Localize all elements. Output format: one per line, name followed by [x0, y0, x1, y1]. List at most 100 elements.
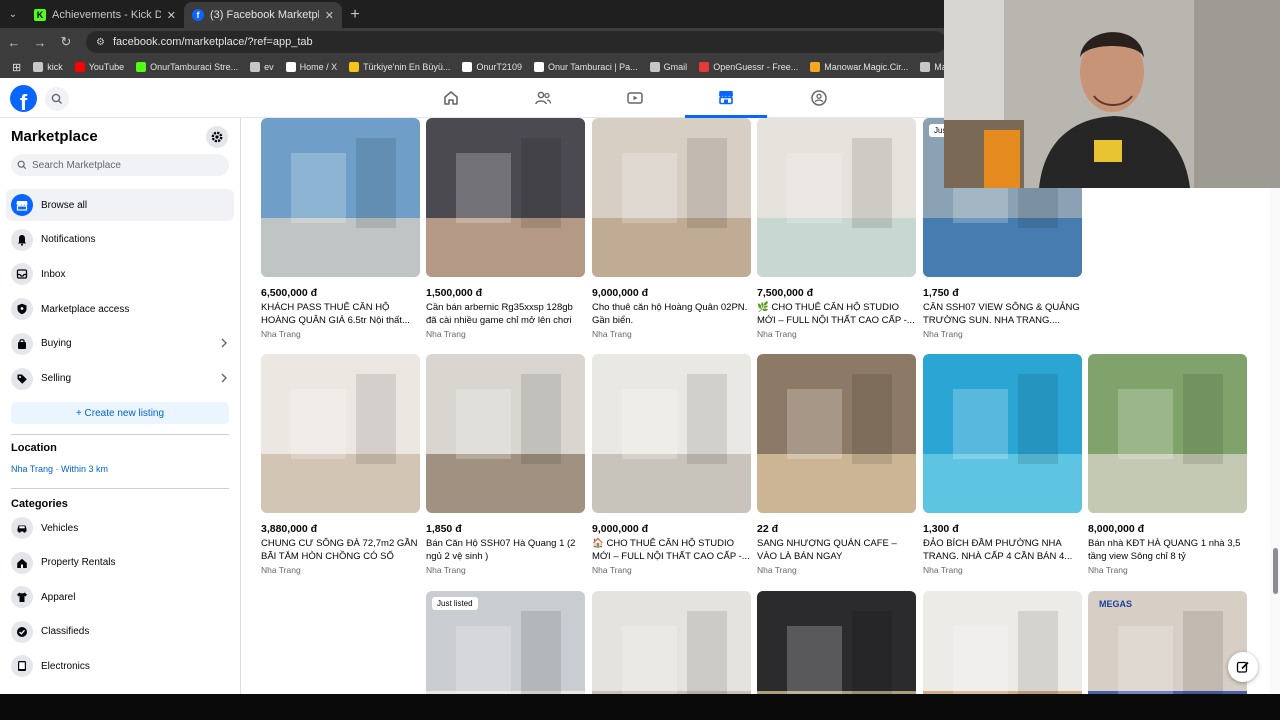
home-icon: [444, 91, 458, 105]
bookmark-label: OpenGuessr - Free...: [713, 62, 799, 72]
facebook-search-button[interactable]: [45, 87, 69, 111]
back-button[interactable]: ←: [2, 30, 26, 54]
bookmark-item[interactable]: ev: [244, 62, 280, 72]
bookmark-item[interactable]: YouTube: [69, 62, 130, 72]
tab-close-icon[interactable]: ✕: [167, 9, 176, 22]
listing-card[interactable]: [592, 591, 751, 694]
nav-video[interactable]: [594, 78, 676, 118]
bookmark-label: OnurTamburaci Stre...: [150, 62, 239, 72]
bookmark-label: YouTube: [88, 62, 125, 72]
bookmark-label: Home / X: [299, 62, 338, 72]
bookmark-item[interactable]: OnurTamburaci Stre...: [130, 62, 244, 72]
bookmark-label: Onur Tamburaci | Pa...: [547, 62, 638, 72]
bookmark-item[interactable]: kick: [27, 62, 69, 72]
page-scrollbar[interactable]: [1270, 118, 1280, 694]
listing-photo[interactable]: [923, 591, 1082, 694]
bookmark-item[interactable]: Gmail: [644, 62, 694, 72]
listing-photo[interactable]: [426, 118, 585, 277]
sidebar-item-label: Inbox: [41, 268, 66, 280]
listing-card[interactable]: 8,000,000 đ Bán nhà KĐT HÀ QUANG 1 nhà 3,…: [1088, 354, 1247, 575]
listing-card[interactable]: 9,000,000 đ 🏠 CHO THUÊ CĂN HỘ STUDIO MỚI …: [592, 354, 751, 575]
category-item-vehicles[interactable]: Vehicles: [6, 512, 234, 544]
listing-photo[interactable]: [592, 118, 751, 277]
listing-card[interactable]: 3,880,000 đ CHUNG CƯ SÔNG ĐÀ 72,7m2 GẦN B…: [261, 354, 420, 575]
sidebar-item-inbox[interactable]: Inbox: [6, 258, 234, 290]
create-listing-button[interactable]: + Create new listing: [11, 402, 229, 424]
category-item-apparel[interactable]: Apparel: [6, 581, 234, 613]
settings-button[interactable]: [206, 126, 228, 148]
facebook-logo-icon[interactable]: f: [10, 85, 37, 112]
sidebar-item-notifications[interactable]: Notifications: [6, 224, 234, 256]
listing-photo[interactable]: [757, 118, 916, 277]
bookmark-item[interactable]: Home / X: [280, 62, 344, 72]
category-item-property-rentals[interactable]: Property Rentals: [6, 547, 234, 579]
categories-heading: Categories: [11, 498, 68, 510]
listing-card[interactable]: [923, 591, 1082, 694]
listing-photo[interactable]: [923, 354, 1082, 513]
marketplace-search-input[interactable]: Search Marketplace: [11, 154, 229, 176]
browser-tab-facebook[interactable]: f (3) Facebook Marketplace | Fac ✕: [184, 2, 342, 28]
tab-search-icon[interactable]: ⌄: [0, 0, 26, 28]
listing-photo[interactable]: [757, 591, 916, 694]
bookmark-favicon-icon: [810, 62, 821, 72]
bookmark-label: kick: [47, 62, 63, 72]
nav-marketplace[interactable]: [685, 78, 767, 118]
bookmark-item[interactable]: OpenGuessr - Free...: [693, 62, 804, 72]
divider: [11, 434, 229, 435]
listing-card[interactable]: 1,500,000 đ Cần bán arbernic Rg35xxsp 128…: [426, 118, 585, 339]
listing-photo[interactable]: [592, 591, 751, 694]
listing-title: Bán Căn Hộ SSH07 Hà Quang 1 (2 ngủ 2 vệ …: [426, 538, 576, 562]
sidebar-item-browse-all[interactable]: Browse all: [6, 189, 234, 221]
listing-title: Bán nhà KĐT HÀ QUANG 1 nhà 3,5 tầng view…: [1088, 538, 1241, 562]
category-item-classifieds[interactable]: Classifieds: [6, 616, 234, 648]
listing-photo[interactable]: Just listed: [426, 591, 585, 694]
browser-tab-kick[interactable]: K Achievements - Kick Dashboard ✕: [26, 2, 184, 28]
reload-button[interactable]: ↻: [54, 30, 78, 54]
site-info-icon[interactable]: ⚙: [96, 37, 105, 48]
tab-close-icon[interactable]: ✕: [325, 9, 334, 22]
listing-location: Nha Trang: [426, 565, 466, 575]
listing-photo[interactable]: [592, 354, 751, 513]
url-bar[interactable]: ⚙ facebook.com/marketplace/?ref=app_tab: [86, 31, 946, 53]
bookmark-label: OnurT2109: [476, 62, 522, 72]
bookmark-item[interactable]: OnurT2109: [456, 62, 528, 72]
new-tab-button[interactable]: +: [342, 2, 368, 28]
category-item-label: Apparel: [41, 591, 76, 603]
listing-card[interactable]: MEGAS: [1088, 591, 1247, 694]
category-item-electronics[interactable]: Electronics: [6, 650, 234, 682]
compose-message-button[interactable]: [1228, 652, 1258, 682]
bookmark-label: Türkiye'nin En Büyü...: [363, 62, 451, 72]
listing-photo[interactable]: MEGAS: [1088, 591, 1247, 694]
sidebar-item-buying[interactable]: Buying: [6, 328, 234, 360]
apps-icon[interactable]: ⊞: [6, 61, 27, 74]
bookmark-item[interactable]: Manowar.Magic.Cir...: [804, 62, 914, 72]
listing-card[interactable]: 9,000,000 đ Cho thuê căn hộ Hoàng Quân 02…: [592, 118, 751, 339]
listing-card[interactable]: Just listed: [426, 591, 585, 694]
taskbar: [0, 694, 1280, 720]
sidebar-item-selling[interactable]: Selling: [6, 363, 234, 395]
listing-card[interactable]: 6,500,000 đ KHÁCH PASS THUÊ CĂN HỘ HOÀNG …: [261, 118, 420, 339]
forward-button[interactable]: →: [28, 30, 52, 54]
scrollbar-thumb[interactable]: [1273, 548, 1278, 594]
nav-groups[interactable]: [778, 78, 860, 118]
webcam-overlay: [944, 0, 1280, 188]
listing-card[interactable]: 7,500,000 đ 🌿 CHO THUÊ CĂN HỘ STUDIO MỚI …: [757, 118, 916, 339]
nav-home[interactable]: [410, 78, 492, 118]
listing-photo[interactable]: [1088, 354, 1247, 513]
listing-photo[interactable]: [757, 354, 916, 513]
sidebar-item-label: Marketplace access: [41, 303, 130, 315]
listing-card[interactable]: 22 đ SANG NHƯỢNG QUÁN CAFE – VÀO LÀ BÁN N…: [757, 354, 916, 575]
bookmark-item[interactable]: Türkiye'nin En Büyü...: [343, 62, 456, 72]
listing-badge: Just listed: [432, 597, 478, 610]
listing-photo[interactable]: [261, 354, 420, 513]
listing-card[interactable]: 1,300 đ ĐẢO BÍCH ĐẦM PHƯỜNG NHA TRANG. NH…: [923, 354, 1082, 575]
sidebar-item-marketplace-access[interactable]: Marketplace access: [6, 293, 234, 325]
location-link[interactable]: Nha Trang · Within 3 km: [11, 464, 108, 474]
bookmark-item[interactable]: Onur Tamburaci | Pa...: [528, 62, 644, 72]
listing-title: SANG NHƯỢNG QUÁN CAFE – VÀO LÀ BÁN NGAY: [757, 538, 897, 562]
listing-photo[interactable]: [426, 354, 585, 513]
nav-friends[interactable]: [502, 78, 584, 118]
listing-photo[interactable]: [261, 118, 420, 277]
listing-card[interactable]: [757, 591, 916, 694]
listing-card[interactable]: 1,850 đ Bán Căn Hộ SSH07 Hà Quang 1 (2 ng…: [426, 354, 585, 575]
